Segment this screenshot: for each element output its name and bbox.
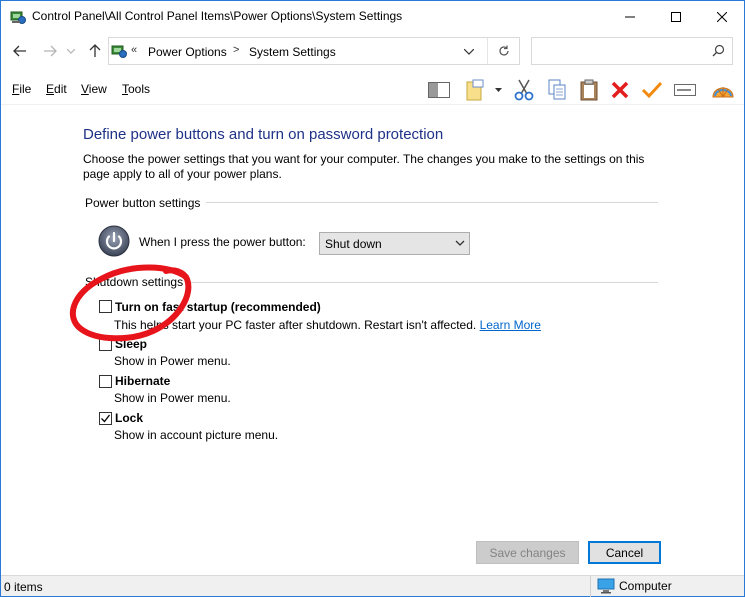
chevron-down-icon xyxy=(464,49,474,55)
power-button-action-label: When I press the power button: xyxy=(139,235,306,249)
scissors-icon xyxy=(514,79,534,101)
close-icon xyxy=(717,11,727,22)
paste-button[interactable] xyxy=(576,77,602,103)
shell-button[interactable] xyxy=(710,77,736,103)
rename-button[interactable] xyxy=(672,77,698,103)
control-panel-icon xyxy=(111,45,127,58)
maximize-icon xyxy=(671,11,681,22)
menu-file[interactable]: File xyxy=(12,82,31,96)
address-overflow-chevron[interactable]: « xyxy=(131,44,137,56)
copy-button[interactable] xyxy=(544,77,570,103)
maximize-button[interactable] xyxy=(653,1,699,32)
preview-pane-icon xyxy=(428,82,450,98)
page-title: Define power buttons and turn on passwor… xyxy=(83,126,444,143)
group-divider xyxy=(189,282,658,283)
shell-icon xyxy=(712,87,734,98)
power-button-action-select[interactable]: Shut down xyxy=(319,232,470,255)
window-title: Control Panel\All Control Panel Items\Po… xyxy=(32,9,403,23)
power-button-action-value: Shut down xyxy=(325,237,382,251)
recent-locations-button[interactable] xyxy=(64,41,78,61)
minimize-icon xyxy=(625,16,635,17)
sleep-checkbox[interactable] xyxy=(99,338,112,351)
new-item-icon xyxy=(466,79,502,101)
menu-view[interactable]: View xyxy=(81,82,107,96)
refresh-icon xyxy=(499,45,509,56)
menu-file-label: ile xyxy=(19,82,32,96)
delete-button[interactable] xyxy=(607,77,633,103)
fast-startup-label[interactable]: Turn on fast startup (recommended) xyxy=(115,300,321,314)
new-folder-button[interactable] xyxy=(463,77,503,103)
hibernate-label[interactable]: Hibernate xyxy=(115,374,170,388)
power-button-settings-label: Power button settings xyxy=(85,196,201,210)
power-icon xyxy=(98,225,130,257)
forward-button[interactable] xyxy=(40,41,60,61)
page-description: Choose the power settings that you want … xyxy=(83,152,645,181)
layout-pane-button[interactable] xyxy=(426,77,452,103)
title-bar[interactable]: Control Panel\All Control Panel Items\Po… xyxy=(1,1,744,32)
up-button[interactable] xyxy=(85,41,105,61)
delete-x-icon xyxy=(611,81,629,99)
menu-view-label: iew xyxy=(88,82,107,96)
control-panel-icon xyxy=(10,11,26,24)
computer-icon xyxy=(597,578,615,594)
address-dropdown-button[interactable] xyxy=(461,44,477,60)
checkmark-icon xyxy=(101,414,111,423)
refresh-button[interactable] xyxy=(487,38,520,64)
menu-bar: File Edit View Tools xyxy=(1,73,744,105)
breadcrumb-power-options[interactable]: Power Options xyxy=(148,45,227,59)
search-icon xyxy=(712,44,725,57)
back-button[interactable] xyxy=(10,41,30,61)
menu-tools-label: ools xyxy=(128,82,151,96)
rename-icon xyxy=(674,84,696,96)
status-location: Computer xyxy=(597,578,672,594)
cancel-button[interactable]: Cancel xyxy=(588,541,661,564)
status-divider xyxy=(590,576,591,597)
menu-view-mnemonic: V xyxy=(81,82,89,96)
menu-edit[interactable]: Edit xyxy=(46,82,67,96)
item-count: 0 items xyxy=(4,580,43,594)
menu-tools[interactable]: Tools xyxy=(122,82,150,96)
properties-button[interactable] xyxy=(639,77,665,103)
close-button[interactable] xyxy=(699,1,745,32)
up-arrow-icon xyxy=(89,44,101,57)
breadcrumb-system-settings[interactable]: System Settings xyxy=(249,45,336,59)
shutdown-settings-label: Shutdown settings xyxy=(85,275,184,289)
hibernate-checkbox[interactable] xyxy=(99,375,112,388)
breadcrumb-separator[interactable]: > xyxy=(233,44,239,56)
clipboard-icon xyxy=(580,79,598,101)
minimize-button[interactable] xyxy=(607,1,653,32)
address-bar[interactable]: « Power Options > System Settings xyxy=(108,37,520,65)
sleep-label[interactable]: Sleep xyxy=(115,337,147,351)
fast-startup-desc-text: This helps start your PC faster after sh… xyxy=(114,318,477,332)
status-location-label: Computer xyxy=(619,579,672,593)
group-divider xyxy=(206,202,658,203)
forward-arrow-icon xyxy=(44,45,57,57)
menu-edit-label: dit xyxy=(54,82,67,96)
chevron-down-icon xyxy=(67,48,75,54)
copy-icon xyxy=(548,79,566,100)
back-arrow-icon xyxy=(13,45,26,57)
fast-startup-description: This helps start your PC faster after sh… xyxy=(114,318,541,332)
content-area: Define power buttons and turn on passwor… xyxy=(1,105,744,575)
lock-label[interactable]: Lock xyxy=(115,411,143,425)
checkmark-icon xyxy=(641,81,663,99)
lock-description: Show in account picture menu. xyxy=(114,428,279,442)
sleep-description: Show in Power menu. xyxy=(114,354,231,368)
cut-button[interactable] xyxy=(511,77,537,103)
window: Control Panel\All Control Panel Items\Po… xyxy=(0,0,745,597)
learn-more-link[interactable]: Learn More xyxy=(480,318,541,332)
status-bar: 0 items Computer xyxy=(1,575,744,597)
lock-checkbox[interactable] xyxy=(99,412,112,425)
menu-edit-mnemonic: E xyxy=(46,82,55,96)
chevron-down-icon xyxy=(455,240,465,246)
search-input[interactable] xyxy=(531,37,733,65)
fast-startup-checkbox[interactable] xyxy=(99,300,112,313)
hibernate-description: Show in Power menu. xyxy=(114,391,231,405)
save-changes-button[interactable]: Save changes xyxy=(476,541,579,564)
